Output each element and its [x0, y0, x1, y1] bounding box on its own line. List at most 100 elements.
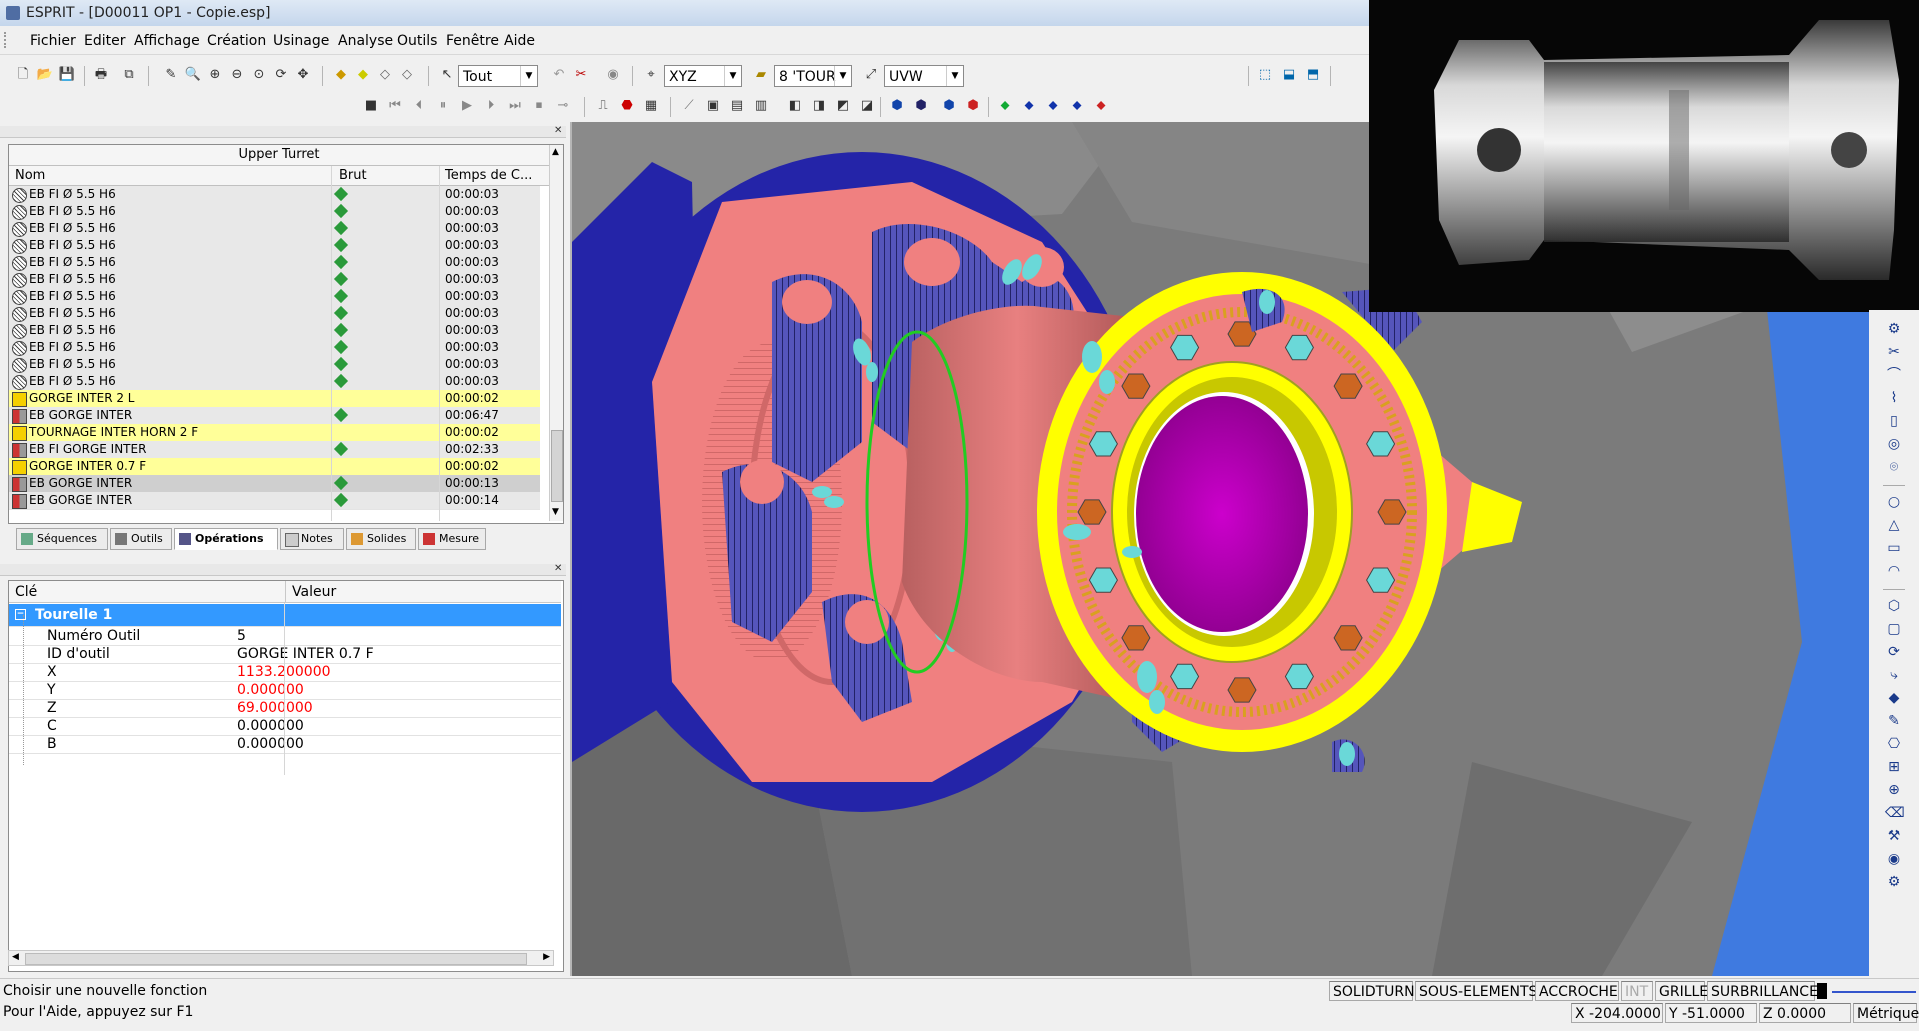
- camera-op-icon[interactable]: ⚙: [1885, 873, 1903, 891]
- groove-op-icon[interactable]: ⌒: [1885, 366, 1903, 384]
- delete-icon[interactable]: ✂: [572, 66, 590, 84]
- table-row[interactable]: EB GORGE INTER 00:00:13: [9, 475, 540, 493]
- zoom-out-icon[interactable]: ⊖: [228, 66, 246, 84]
- property-group-row[interactable]: − Tourelle 1: [9, 604, 561, 627]
- zoom-in-icon[interactable]: ⊕: [206, 66, 224, 84]
- column-header-valeur[interactable]: Valeur: [285, 581, 561, 603]
- settings-op-icon[interactable]: ◉: [1885, 850, 1903, 868]
- rotate-icon[interactable]: ⟳: [272, 66, 290, 84]
- menu-aide[interactable]: Aide: [504, 33, 535, 49]
- spiral-op-icon[interactable]: ⤷: [1885, 666, 1903, 684]
- mode-sous-elements[interactable]: SOUS-ELEMENTS: [1415, 981, 1537, 1001]
- menu-affichage[interactable]: Affichage: [134, 33, 200, 49]
- fast-forward-icon[interactable]: ⏭: [506, 97, 524, 115]
- tool-path-icon[interactable]: ⟋: [680, 97, 698, 115]
- tab-outils[interactable]: Outils: [110, 528, 172, 550]
- turn-op-icon[interactable]: ✂: [1885, 343, 1903, 361]
- mode-solidturn[interactable]: SOLIDTURN: [1329, 981, 1415, 1001]
- table-row[interactable]: EB FI GORGE INTER 00:02:33: [9, 441, 540, 459]
- property-row[interactable]: ID d'outil GORGE INTER 0.7 F: [9, 645, 561, 664]
- step-back-icon[interactable]: ⏴: [410, 97, 428, 115]
- sim-stock-icon[interactable]: ▤: [728, 97, 746, 115]
- property-row[interactable]: C 0.000000: [9, 717, 561, 736]
- menu-outils[interactable]: Outils: [397, 33, 437, 49]
- close-icon[interactable]: ✕: [554, 564, 562, 574]
- property-value[interactable]: 5: [237, 627, 246, 645]
- cube-dark-icon[interactable]: ⬢: [912, 97, 930, 115]
- sim-machine-icon[interactable]: ◨: [810, 97, 828, 115]
- tab-sequences[interactable]: Séquences: [16, 528, 108, 550]
- end-icon[interactable]: ⏹: [530, 97, 548, 115]
- table-row[interactable]: EB FI Ø 5.5 H6 00:00:03: [9, 186, 540, 204]
- eraser-op-icon[interactable]: ⚒: [1885, 827, 1903, 845]
- undo-icon[interactable]: ↶: [550, 66, 568, 84]
- sim-part-icon[interactable]: ▥: [752, 97, 770, 115]
- record-icon[interactable]: ◉: [604, 66, 622, 84]
- tool-blue-icon[interactable]: ⬥: [1020, 97, 1038, 115]
- transform-op-icon[interactable]: ⊞: [1885, 758, 1903, 776]
- sim-settings-icon[interactable]: ▦: [642, 97, 660, 115]
- table-row[interactable]: EB FI Ø 5.5 H6 00:00:03: [9, 271, 540, 289]
- lathe-tool-icon[interactable]: ⚙: [1885, 320, 1903, 338]
- copy-icon[interactable]: ⧉: [120, 66, 138, 84]
- tab-mesure[interactable]: Mesure: [418, 528, 486, 550]
- menu-fichier[interactable]: Fichier: [30, 33, 76, 49]
- new-file-icon[interactable]: 🗋: [14, 66, 32, 84]
- table-row[interactable]: EB FI Ø 5.5 H6 00:00:03: [9, 288, 540, 306]
- cube-red-blue-icon[interactable]: ⬢: [940, 97, 958, 115]
- menu-editer[interactable]: Editer: [84, 33, 125, 49]
- property-value[interactable]: 0.000000: [237, 735, 304, 753]
- column-header-brut[interactable]: Brut: [339, 168, 367, 183]
- cone-op-icon[interactable]: △: [1885, 516, 1903, 534]
- mode-accroche[interactable]: ACCROCHE: [1535, 981, 1619, 1001]
- column-header-cle[interactable]: Clé: [9, 581, 285, 603]
- view-front-icon[interactable]: ⬒: [1304, 66, 1322, 84]
- pattern-op-icon[interactable]: ⊕: [1885, 781, 1903, 799]
- speed-slider-icon[interactable]: ⊸: [554, 97, 572, 115]
- tab-solides[interactable]: Solides: [346, 528, 416, 550]
- mill-op-icon[interactable]: ⬡: [1885, 597, 1903, 615]
- line-style-indicator[interactable]: [1832, 991, 1916, 993]
- table-row[interactable]: EB FI Ø 5.5 H6 00:00:03: [9, 356, 540, 374]
- tab-notes[interactable]: Notes: [280, 528, 344, 550]
- rewind-icon[interactable]: ⏮: [386, 97, 404, 115]
- cylinder-op-icon[interactable]: ▭: [1885, 539, 1903, 557]
- pause-icon[interactable]: ⏸: [434, 97, 452, 115]
- workplane-combo[interactable]: 8 'TOUR ▼: [774, 65, 852, 87]
- open-folder-icon[interactable]: 📂: [36, 66, 54, 84]
- table-row[interactable]: EB FI Ø 5.5 H6 00:00:03: [9, 203, 540, 221]
- workplane-icon[interactable]: ▰: [752, 66, 770, 84]
- table-row[interactable]: EB FI Ø 5.5 H6 00:00:03: [9, 254, 540, 272]
- sim-chart-icon[interactable]: ◪: [858, 97, 876, 115]
- save-icon[interactable]: 💾: [58, 66, 76, 84]
- tool-red-icon[interactable]: ⬥: [1092, 97, 1110, 115]
- collision-icon[interactable]: ⬣: [618, 97, 636, 115]
- operations-scrollbar[interactable]: ▲ ▼: [549, 145, 563, 521]
- close-icon[interactable]: ✕: [554, 126, 562, 136]
- menu-usinage[interactable]: Usinage: [273, 33, 329, 49]
- mode-int[interactable]: INT: [1621, 981, 1653, 1001]
- scroll-left-icon[interactable]: ◀: [12, 952, 19, 962]
- sim-compare-icon[interactable]: ◩: [834, 97, 852, 115]
- property-value[interactable]: 0.000000: [237, 717, 304, 735]
- scrollbar-thumb[interactable]: [551, 430, 563, 502]
- move-icon[interactable]: ✥: [294, 66, 312, 84]
- stop-icon[interactable]: ■: [362, 97, 380, 115]
- property-row[interactable]: Z 69.000000: [9, 699, 561, 718]
- scroll-right-icon[interactable]: ▶: [543, 952, 550, 962]
- column-header-nom[interactable]: Nom: [15, 168, 45, 183]
- table-row[interactable]: GORGE INTER 0.7 F 00:00:02: [9, 458, 540, 476]
- circle-op-icon[interactable]: ○: [1885, 493, 1903, 511]
- tab-operations[interactable]: Opérations: [174, 528, 278, 550]
- shaded-edges-icon[interactable]: ◆: [354, 66, 372, 84]
- drill-op-icon[interactable]: ⌾: [1885, 458, 1903, 476]
- engrave-op-icon[interactable]: ✎: [1885, 712, 1903, 730]
- scroll-down-icon[interactable]: ▼: [552, 507, 559, 517]
- contour-op-icon[interactable]: ⟳: [1885, 643, 1903, 661]
- merge-op-icon[interactable]: ⌫: [1885, 804, 1905, 822]
- menu-analyse[interactable]: Analyse: [338, 33, 393, 49]
- tool-blue-3-icon[interactable]: ⬥: [1068, 97, 1086, 115]
- property-row[interactable]: Numéro Outil 5: [9, 627, 561, 646]
- table-row[interactable]: EB FI Ø 5.5 H6 00:00:03: [9, 339, 540, 357]
- table-row[interactable]: EB FI Ø 5.5 H6 00:00:03: [9, 322, 540, 340]
